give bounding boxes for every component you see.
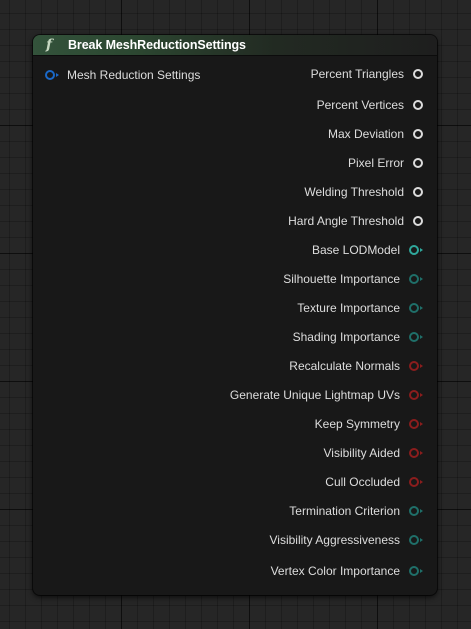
output-pin-shading-importance[interactable]: Shading Importance (293, 329, 423, 345)
output-pin-label: Welding Threshold (304, 185, 404, 199)
output-pin-texture-importance[interactable]: Texture Importance (297, 300, 423, 316)
output-pin-label: Keep Symmetry (314, 417, 400, 431)
enum-pin-icon[interactable] (409, 303, 423, 313)
enum-pin-icon[interactable] (409, 535, 423, 545)
output-pin-label: Vertex Color Importance (270, 564, 400, 578)
output-pin-label: Termination Criterion (289, 504, 400, 518)
float-pin-icon[interactable] (413, 100, 423, 110)
bool-pin-icon[interactable] (409, 361, 423, 371)
output-pin-label: Texture Importance (297, 301, 400, 315)
output-pin-label: Shading Importance (292, 330, 400, 344)
output-pin-visibility-aggressiveness[interactable]: Visibility Aggressiveness (269, 532, 423, 548)
output-pin-percent-vertices[interactable]: Percent Vertices (317, 97, 423, 113)
output-pin-recalculate-normals[interactable]: Recalculate Normals (289, 358, 423, 374)
output-pin-percent-triangles[interactable]: Percent Triangles (311, 66, 423, 82)
input-pin-mesh-reduction-settings[interactable]: Mesh Reduction Settings (45, 68, 200, 82)
output-pin-label: Percent Vertices (316, 98, 404, 112)
struct-pin-icon[interactable] (45, 70, 59, 80)
output-pin-termination-criterion[interactable]: Termination Criterion (289, 503, 423, 519)
enum-pin-icon[interactable] (409, 566, 423, 576)
enum-pin-icon[interactable] (409, 274, 423, 284)
bool-pin-icon[interactable] (409, 390, 423, 400)
float-pin-icon[interactable] (413, 129, 423, 139)
input-pin-label: Mesh Reduction Settings (67, 68, 201, 82)
output-pin-label: Visibility Aggressiveness (269, 533, 400, 547)
output-pin-visibility-aided[interactable]: Visibility Aided (323, 445, 423, 461)
output-pin-silhouette-importance[interactable]: Silhouette Importance (283, 271, 423, 287)
int-pin-icon[interactable] (409, 245, 423, 255)
float-pin-icon[interactable] (413, 158, 423, 168)
output-pin-label: Generate Unique Lightmap UVs (229, 388, 400, 402)
output-pin-label: Base LODModel (311, 243, 400, 257)
float-pin-icon[interactable] (413, 69, 423, 79)
output-pin-label: Hard Angle Threshold (288, 214, 404, 228)
output-pin-keep-symmetry[interactable]: Keep Symmetry (315, 416, 423, 432)
output-pin-pixel-error[interactable]: Pixel Error (348, 155, 423, 171)
output-pin-welding-threshold[interactable]: Welding Threshold (304, 184, 423, 200)
break-node[interactable]: f Break MeshReductionSettings Mesh Reduc… (33, 35, 437, 595)
output-pin-hard-angle-threshold[interactable]: Hard Angle Threshold (288, 213, 423, 229)
output-pin-vertex-color-importance[interactable]: Vertex Color Importance (271, 563, 423, 579)
output-pin-base-lodmodel[interactable]: Base LODModel (312, 242, 423, 258)
output-pin-label: Percent Triangles (310, 67, 404, 81)
output-pin-label: Max Deviation (327, 127, 404, 141)
function-icon: f (46, 37, 53, 53)
float-pin-icon[interactable] (413, 187, 423, 197)
enum-pin-icon[interactable] (409, 332, 423, 342)
output-pin-label: Cull Occluded (325, 475, 400, 489)
output-pin-cull-occluded[interactable]: Cull Occluded (325, 474, 423, 490)
bool-pin-icon[interactable] (409, 448, 423, 458)
output-pin-label: Visibility Aided (323, 446, 401, 460)
node-header[interactable]: f Break MeshReductionSettings (33, 35, 437, 56)
bool-pin-icon[interactable] (409, 419, 423, 429)
node-title: Break MeshReductionSettings (68, 38, 246, 52)
output-pin-max-deviation[interactable]: Max Deviation (328, 126, 423, 142)
output-pin-label: Recalculate Normals (289, 359, 400, 373)
enum-pin-icon[interactable] (409, 506, 423, 516)
output-pin-label: Pixel Error (347, 156, 404, 170)
output-pin-label: Silhouette Importance (283, 272, 400, 286)
bool-pin-icon[interactable] (409, 477, 423, 487)
output-pin-generate-unique-lightmap-uvs[interactable]: Generate Unique Lightmap UVs (230, 387, 423, 403)
float-pin-icon[interactable] (413, 216, 423, 226)
